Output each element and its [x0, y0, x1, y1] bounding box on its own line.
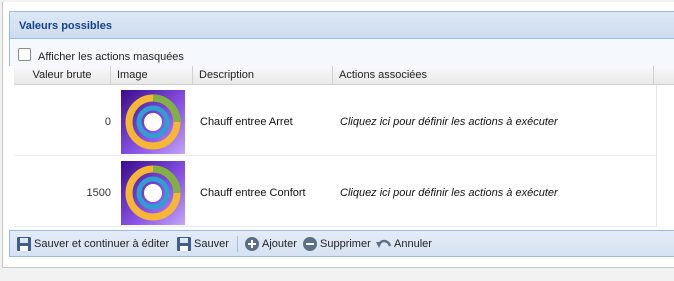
save-button[interactable]: Sauver: [176, 236, 232, 252]
raw-value-cell: 1500: [86, 187, 111, 199]
floppy-disk-icon: [177, 237, 191, 251]
grid-scrollbar[interactable]: [656, 85, 674, 227]
define-actions-link[interactable]: Cliquez ici pour définir les actions à e…: [340, 187, 558, 199]
show-hidden-actions-checkbox[interactable]: [18, 48, 31, 61]
cancel-button[interactable]: Annuler: [376, 236, 434, 252]
column-header-filler: [654, 66, 674, 85]
add-label: Ajouter: [262, 238, 297, 250]
undo-arrow-icon: [376, 239, 392, 248]
column-header-description[interactable]: Description: [193, 66, 333, 85]
show-hidden-actions-label[interactable]: Afficher les actions masquées: [38, 51, 184, 63]
heating-ring-icon: [121, 161, 185, 225]
heating-ring-icon: [121, 90, 185, 154]
save-label: Sauver: [194, 238, 229, 250]
delete-label: Supprimer: [320, 238, 371, 250]
minus-circle-icon: [303, 237, 317, 251]
table-row[interactable]: 0 Chauff entree Arret Cliquez ici pour d…: [14, 85, 656, 156]
panel-header: Valeurs possibles: [9, 11, 674, 39]
delete-button[interactable]: Supprimer: [302, 236, 372, 252]
column-header-raw-value[interactable]: Valeur brute: [14, 66, 111, 85]
description-cell: Chauff entree Arret: [200, 116, 293, 128]
cancel-label: Annuler: [394, 238, 432, 250]
column-header-image[interactable]: Image: [111, 66, 193, 85]
panel-title: Valeurs possibles: [19, 20, 112, 32]
bottom-toolbar: Sauver et continuer à éditer Sauver Ajou…: [9, 230, 674, 257]
define-actions-link[interactable]: Cliquez ici pour définir les actions à e…: [340, 116, 558, 128]
column-header-actions[interactable]: Actions associées: [333, 66, 654, 85]
description-cell: Chauff entree Confort: [200, 187, 306, 199]
save-and-continue-label: Sauver et continuer à éditer: [34, 238, 170, 250]
toolbar-separator: [237, 236, 238, 252]
save-and-continue-button[interactable]: Sauver et continuer à éditer: [16, 236, 170, 252]
plus-circle-icon: [245, 237, 259, 251]
table-row[interactable]: 1500 Chauff entree Confort Cliquez ici p…: [14, 156, 656, 227]
add-button[interactable]: Ajouter: [244, 236, 299, 252]
raw-value-cell: 0: [104, 116, 111, 128]
floppy-disk-icon: [17, 237, 31, 251]
options-bar: Afficher les actions masquées: [9, 39, 674, 66]
